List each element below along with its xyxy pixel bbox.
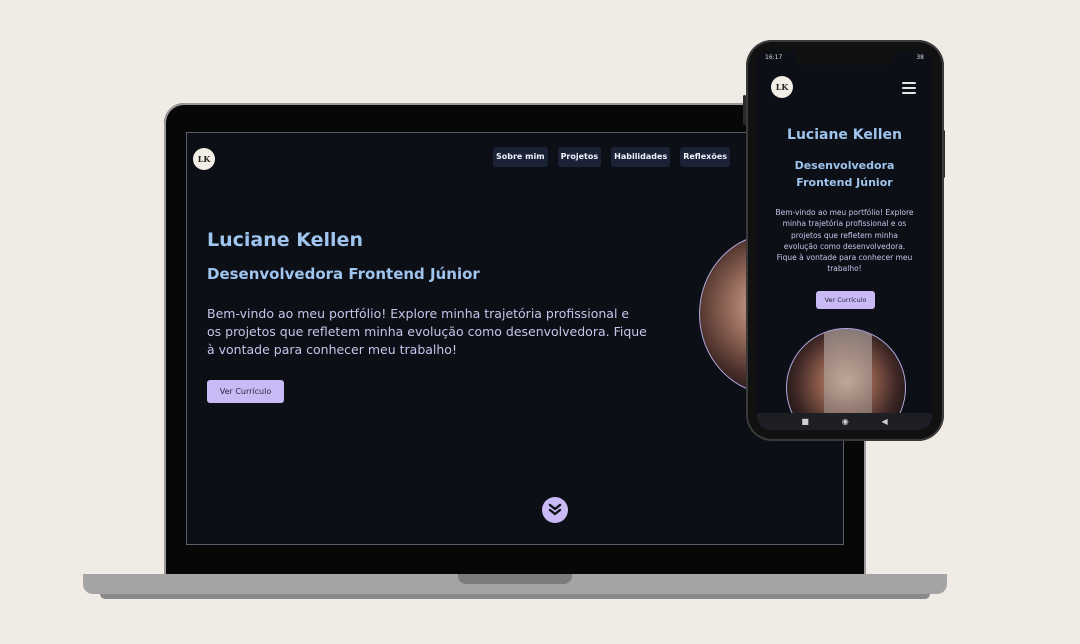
back-icon[interactable]: ◀ [881,417,887,426]
nav-sobre-mim[interactable]: Sobre mim [493,147,548,167]
status-battery: 38 [916,53,924,61]
hamburger-icon[interactable] [902,82,916,97]
cv-button[interactable]: Ver Currículo [207,380,284,403]
double-chevron-down-icon [548,503,562,516]
mobile-role-line2: Frontend Júnior [796,176,893,189]
logo-mobile[interactable]: LK [771,76,793,98]
laptop-notch [458,574,572,584]
status-time: 16:17 [765,53,783,61]
android-nav-bar: ■ ◉ ◀ [757,413,932,430]
phone-screen: 16:17 38 LK Luciane Kellen Desenvolvedor… [757,50,932,430]
home-icon[interactable]: ◉ [842,417,849,426]
logo[interactable]: LK [193,148,215,170]
hero-role: Desenvolvedora Frontend Júnior [207,265,480,283]
hero-name: Luciane Kellen [207,229,363,251]
mobile-hero-intro: Bem-vindo ao meu portfólio! Explore minh… [775,208,914,274]
nav-habilidades[interactable]: Habilidades [611,147,671,167]
laptop-base-edge [100,594,930,599]
nav-projetos[interactable]: Projetos [557,147,602,167]
mobile-cv-button[interactable]: Ver Currículo [816,291,875,309]
hero-intro: Bem-vindo ao meu portfólio! Explore minh… [207,306,647,357]
mobile-role-line1: Desenvolvedora [794,159,895,172]
mobile-hero-name: Luciane Kellen [787,127,902,143]
logo-text: LK [197,154,211,164]
recent-apps-icon[interactable]: ■ [801,417,809,426]
logo-text-mobile: LK [775,82,789,92]
phone-notch [795,50,895,65]
top-nav: Sobre mim Projetos Habilidades Reflexões [493,147,731,167]
mobile-hero-role: Desenvolvedora Frontend Júnior [777,157,912,191]
scroll-down-button[interactable] [542,497,568,523]
nav-reflexoes[interactable]: Reflexões [680,147,731,167]
